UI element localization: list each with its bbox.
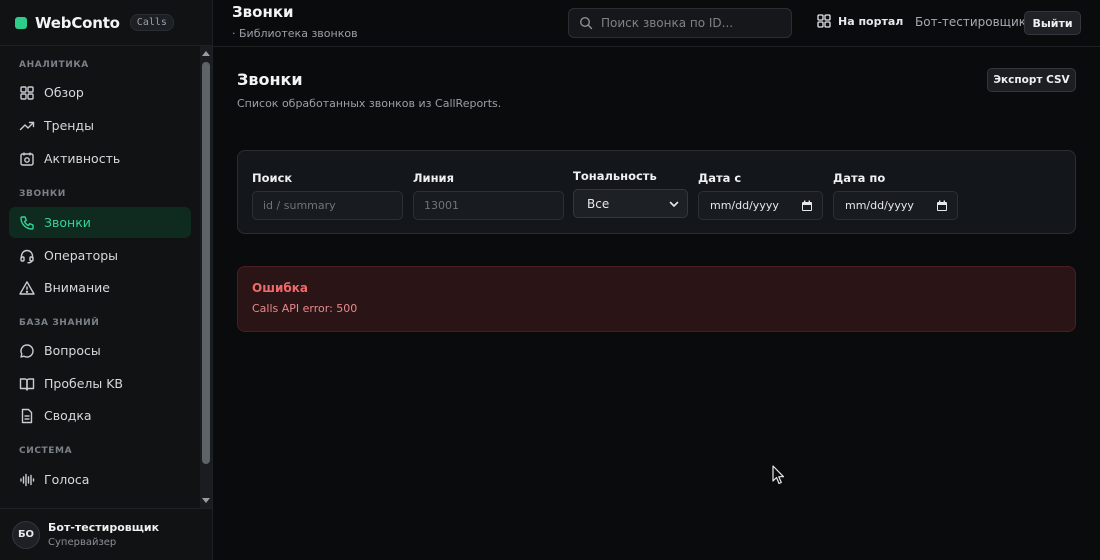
line-filter-label: Линия xyxy=(413,171,454,185)
sidebar-item-calls[interactable]: Звонки xyxy=(9,207,191,238)
document-icon xyxy=(19,408,35,424)
sidebar: WebConto Calls АНАЛИТИКА Обзор Тренды Ак… xyxy=(0,0,213,560)
scroll-thumb[interactable] xyxy=(202,62,210,464)
portal-link[interactable]: На портал xyxy=(817,14,903,28)
brand-name: WebConto xyxy=(35,13,120,32)
user-card[interactable]: БО Бот-тестировщик Супервайзер xyxy=(0,508,212,560)
brand-badge: Calls xyxy=(129,14,174,31)
search-filter-label: Поиск xyxy=(252,171,293,185)
portal-link-label: На портал xyxy=(838,14,904,28)
logout-button[interactable]: Выйти xyxy=(1024,11,1081,35)
sidebar-item-label: Обзор xyxy=(44,85,84,100)
search-input[interactable] xyxy=(601,16,781,30)
calendar-icon[interactable] xyxy=(801,200,813,212)
brand-logo xyxy=(15,16,27,29)
sidebar-item-label: Звонки xyxy=(44,215,91,230)
error-title: Ошибка xyxy=(252,281,308,295)
date-to-label: Дата по xyxy=(833,171,886,185)
phone-icon xyxy=(19,215,35,231)
user-name: Бот-тестировщик xyxy=(48,521,160,534)
export-csv-button[interactable]: Экспорт CSV xyxy=(987,68,1076,92)
date-from-value: mm/dd/yyyy xyxy=(710,199,779,212)
user-role: Супервайзер xyxy=(48,537,117,548)
mouse-cursor-icon xyxy=(772,465,785,485)
scroll-up-arrow-icon[interactable] xyxy=(202,51,210,56)
headset-icon xyxy=(19,248,35,264)
sidebar-item-summary[interactable]: Сводка xyxy=(9,400,191,431)
sidebar-item-kb-gaps[interactable]: Пробелы KB xyxy=(9,368,191,399)
sidebar-item-label: Вопросы xyxy=(44,343,101,358)
warning-icon xyxy=(19,280,35,296)
nav-section-analytics: АНАЛИТИКА xyxy=(19,60,89,70)
sidebar-item-attention[interactable]: Внимание xyxy=(9,272,191,303)
search-box[interactable] xyxy=(568,8,792,38)
tone-filter-label: Тональность xyxy=(573,169,657,183)
nav-section-calls: ЗВОНКИ xyxy=(19,189,66,199)
user-meta: Бот-тестировщик Супервайзер xyxy=(48,521,159,548)
search-icon xyxy=(579,16,601,30)
sidebar-item-label: Операторы xyxy=(44,248,119,263)
chevron-down-icon xyxy=(669,201,679,207)
section-title: Звонки xyxy=(237,70,303,89)
sidebar-item-label: Пробелы KB xyxy=(44,376,123,391)
sidebar-item-questions[interactable]: Вопросы xyxy=(9,335,191,366)
search-filter-input[interactable] xyxy=(252,191,403,220)
tone-select[interactable]: Все xyxy=(573,189,688,218)
breadcrumb: · Библиотека звонков xyxy=(232,27,358,40)
sidebar-scrollbar[interactable] xyxy=(200,46,212,508)
line-filter-input[interactable] xyxy=(413,191,564,220)
sidebar-nav: АНАЛИТИКА Обзор Тренды Активность ЗВОНКИ… xyxy=(0,46,200,508)
book-icon xyxy=(19,376,35,392)
grid-icon xyxy=(19,85,35,101)
date-from-input[interactable]: mm/dd/yyyy xyxy=(698,191,823,220)
calendar-icon[interactable] xyxy=(936,200,948,212)
tone-select-value: Все xyxy=(587,196,610,211)
page-title: Звонки xyxy=(232,3,294,21)
sidebar-item-label: Тренды xyxy=(44,118,94,133)
brand[interactable]: WebConto Calls xyxy=(0,0,212,46)
sidebar-item-label: Голоса xyxy=(44,472,90,487)
waveform-icon xyxy=(19,472,35,488)
date-from-label: Дата с xyxy=(698,171,742,185)
filters-panel: Поиск Линия Тональность Все Дата с mm/dd… xyxy=(237,150,1076,234)
trend-icon xyxy=(19,118,35,134)
error-alert: Ошибка Calls API error: 500 xyxy=(237,266,1076,332)
apps-grid-icon xyxy=(817,14,838,28)
topbar: Звонки · Библиотека звонков На портал Бо… xyxy=(213,0,1100,47)
date-to-input[interactable]: mm/dd/yyyy xyxy=(833,191,958,220)
scroll-down-arrow-icon[interactable] xyxy=(202,498,210,503)
nav-section-system: СИСТЕМА xyxy=(19,446,73,456)
sidebar-item-label: Сводка xyxy=(44,408,92,423)
sidebar-item-overview[interactable]: Обзор xyxy=(9,77,191,108)
sidebar-item-trends[interactable]: Тренды xyxy=(9,110,191,141)
sidebar-item-voices[interactable]: Голоса xyxy=(9,464,191,495)
section-subtitle: Список обработанных звонков из CallRepor… xyxy=(237,97,502,110)
current-user-name: Бот-тестировщик xyxy=(915,15,1027,29)
sidebar-item-label: Активность xyxy=(44,151,121,166)
sidebar-item-label: Внимание xyxy=(44,280,110,295)
sidebar-item-activity[interactable]: Активность xyxy=(9,143,191,174)
sidebar-item-operators[interactable]: Операторы xyxy=(9,240,191,271)
date-to-value: mm/dd/yyyy xyxy=(845,199,914,212)
activity-icon xyxy=(19,151,35,167)
error-message: Calls API error: 500 xyxy=(252,302,358,315)
nav-section-knowledge: БАЗА ЗНАНИЙ xyxy=(19,318,100,328)
avatar: БО xyxy=(12,520,40,549)
chat-icon xyxy=(19,343,35,359)
